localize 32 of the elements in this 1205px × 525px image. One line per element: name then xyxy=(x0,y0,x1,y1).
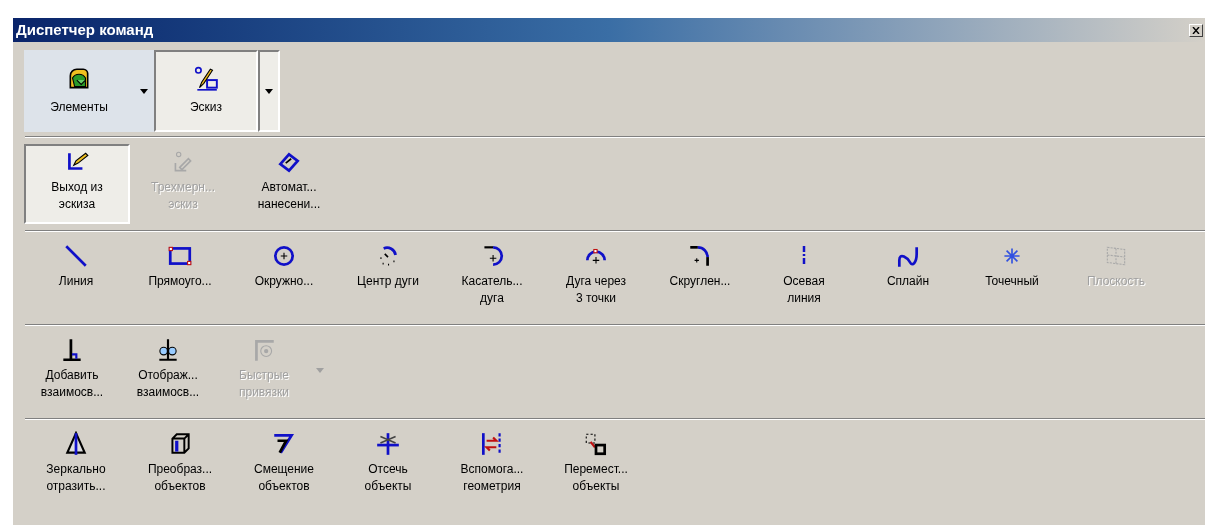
window-title: Диспетчер команд xyxy=(16,19,154,40)
tool-button[interactable]: Перемест... объекты xyxy=(544,426,648,506)
tool-button[interactable]: Смещение объектов xyxy=(232,426,336,506)
close-button[interactable] xyxy=(1189,23,1203,37)
caret-icon[interactable] xyxy=(140,88,148,94)
tool-button[interactable]: Осевая линия xyxy=(752,238,856,318)
tool-button[interactable]: Скруглен... xyxy=(648,238,752,318)
tool-button[interactable]: Отсечь объекты xyxy=(336,426,440,506)
tool-button[interactable]: Выход из эскиза xyxy=(24,144,130,224)
close-icon xyxy=(1192,26,1200,34)
line-icon xyxy=(63,243,89,269)
tool-button[interactable]: Точечный xyxy=(960,238,1064,318)
tool-button[interactable]: Преобраз... объектов xyxy=(128,426,232,506)
tool-button[interactable]: Линия xyxy=(24,238,128,318)
tool-button[interactable]: Автомат... нанесени... xyxy=(236,144,342,224)
circle-icon xyxy=(271,243,297,269)
caret-icon[interactable] xyxy=(265,88,273,94)
tool-button[interactable]: Дуга через 3 точки xyxy=(544,238,648,318)
tab[interactable]: Эскиз xyxy=(154,50,258,132)
pencil-icon xyxy=(193,66,219,92)
tool-button[interactable]: Окружно... xyxy=(232,238,336,318)
tool-button[interactable]: Зеркально отразить... xyxy=(24,426,128,506)
tool-button[interactable]: Прямоуго... xyxy=(128,238,232,318)
tool-button[interactable]: Добавить взаимосв... xyxy=(24,332,120,412)
tool-button[interactable]: Вспомога... геометрия xyxy=(440,426,544,506)
mirror-icon xyxy=(63,431,89,457)
tab[interactable]: Элементы xyxy=(24,50,134,132)
tool-button[interactable]: Отображ... взаимосв... xyxy=(120,332,216,412)
tool-button[interactable]: Сплайн xyxy=(856,238,960,318)
move-icon xyxy=(583,431,609,457)
tool-button[interactable]: Центр дуги xyxy=(336,238,440,318)
tool-button[interactable]: Касатель... дуга xyxy=(440,238,544,318)
